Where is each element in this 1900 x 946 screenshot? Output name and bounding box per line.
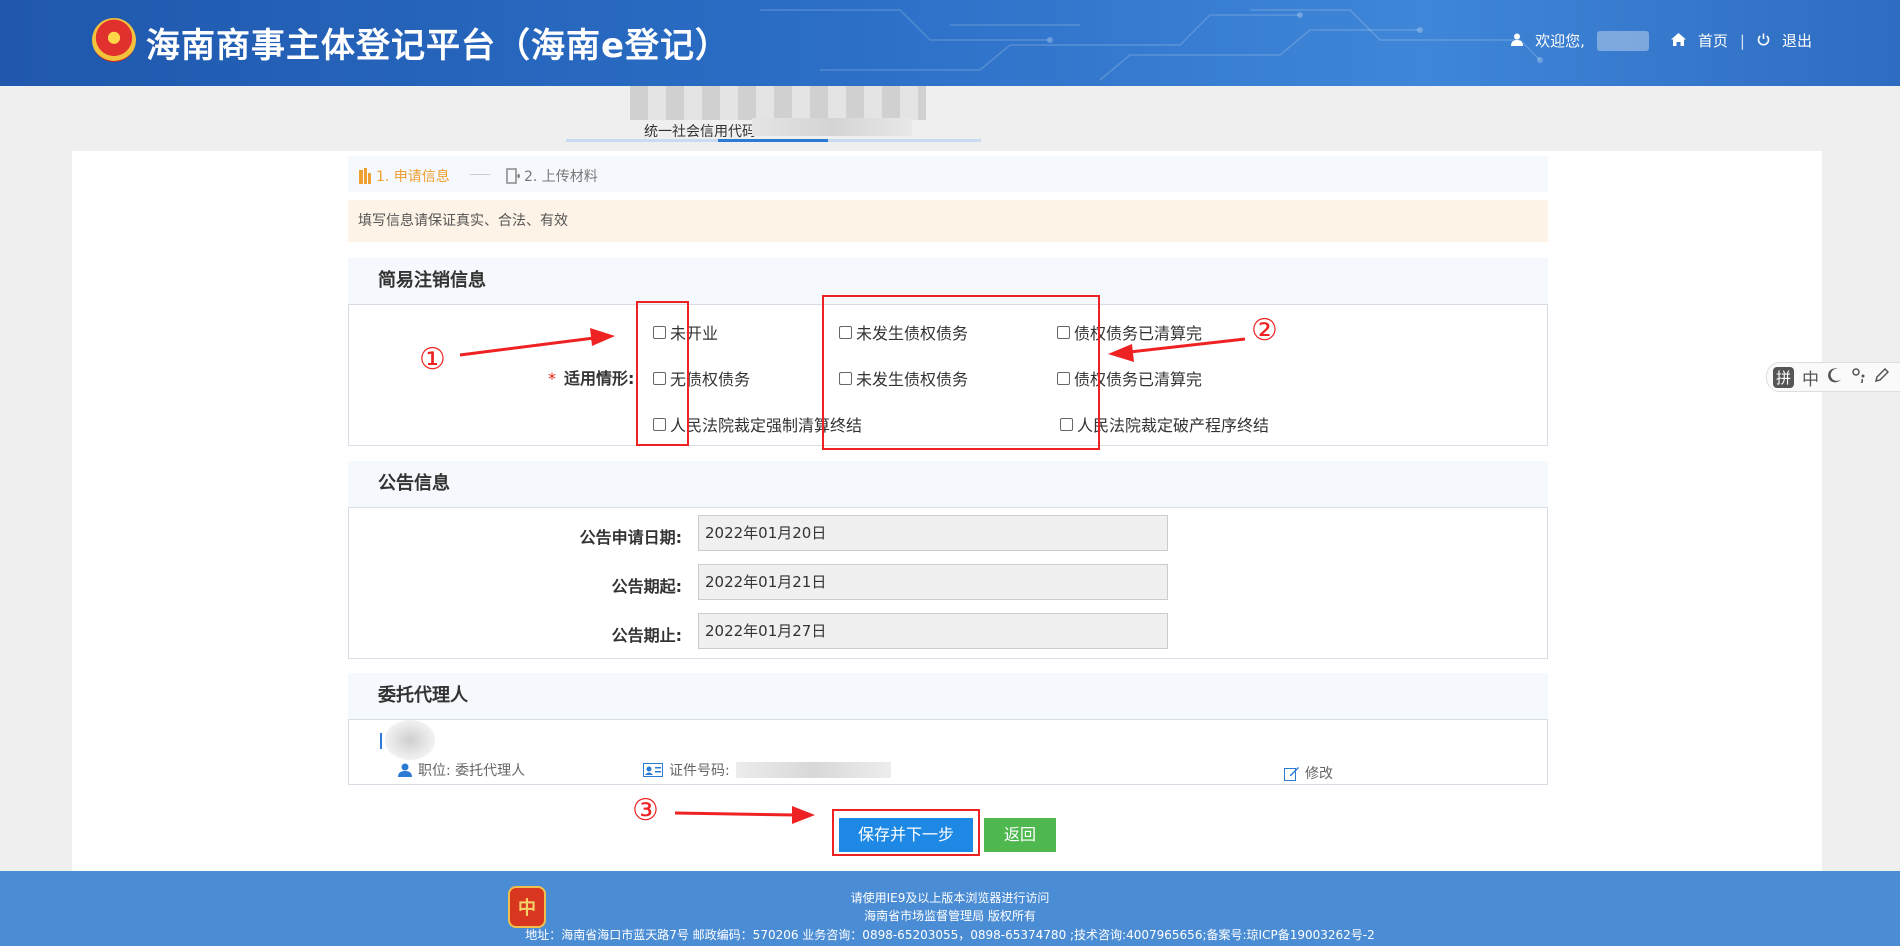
annotation-box-2 (822, 295, 1100, 450)
power-icon[interactable] (1757, 32, 1770, 50)
site-title: 海南商事主体登记平台（海南e登记） (146, 26, 731, 66)
period-end-field[interactable]: 2022年01月27日 (698, 613, 1168, 649)
edit-icon[interactable] (1284, 766, 1299, 781)
header-user-nav: 欢迎您, 首页 | 退出 (1511, 30, 1812, 51)
notice-bar: 填写信息请保证真实、合法、有效 (348, 200, 1548, 242)
person-icon (398, 763, 412, 777)
step-connector (470, 174, 490, 175)
company-underline-active (718, 139, 828, 142)
pinyin-icon[interactable]: 拼 (1773, 366, 1795, 388)
annotation-box-1 (636, 301, 689, 446)
step-bar: 1. 申请信息 2. 上传材料 (348, 156, 1548, 192)
punctuation-icon[interactable] (1851, 367, 1867, 388)
ime-toolbar[interactable]: 拼 中 (1766, 362, 1900, 392)
period-start-field[interactable]: 2022年01月21日 (698, 564, 1168, 600)
section-title-announcement: 公告信息 (348, 461, 1548, 507)
back-button[interactable]: 返回 (984, 818, 1056, 852)
period-end-label: 公告期止: (611, 626, 682, 645)
user-icon (1511, 32, 1524, 50)
section-title-agent: 委托代理人 (348, 673, 1548, 719)
footer-browser-tip: 请使用IE9及以上版本浏览器进行访问 (850, 891, 1050, 905)
footer: 中 请使用IE9及以上版本浏览器进行访问 海南省市场监督管理局 版权所有 地址：… (0, 871, 1900, 946)
annotation-number-1: ① (419, 342, 446, 377)
moon-icon[interactable] (1827, 367, 1843, 388)
home-link[interactable]: 首页 (1698, 30, 1728, 51)
credit-code-redacted (752, 118, 912, 136)
section-body-agent (348, 719, 1548, 785)
top-header: 海南商事主体登记平台（海南e登记） 欢迎您, 首页 | 退出 (0, 0, 1900, 86)
chinese-mode-toggle[interactable]: 中 (1802, 365, 1819, 390)
nav-separator: | (1739, 31, 1745, 50)
step-apply-info: 1. 申请信息 (358, 166, 450, 186)
agent-name-redacted (385, 720, 435, 760)
step-upload-material: 2. 上传材料 (506, 166, 598, 186)
annotation-number-3: ③ (632, 793, 659, 828)
agent-edit-link[interactable]: 修改 (1284, 763, 1333, 783)
agent-card-marker (380, 733, 382, 749)
username-redacted (1596, 30, 1649, 51)
annotation-number-2: ② (1251, 313, 1278, 348)
id-card-icon (643, 763, 663, 777)
footer-address: 地址：海南省海口市蓝天路7号 邮政编码：570206 业务咨询：0898-652… (525, 928, 1375, 942)
applicable-situation-label: * 适用情形: (548, 369, 635, 388)
footer-copyright: 海南省市场监督管理局 版权所有 (864, 909, 1036, 923)
id-number-redacted (735, 762, 891, 778)
company-name-redacted (630, 86, 926, 120)
apply-date-field[interactable]: 2022年01月20日 (698, 515, 1168, 551)
document-icon (506, 168, 522, 184)
national-emblem-logo (92, 18, 136, 62)
credit-code-label: 统一社会信用代码: (644, 124, 761, 140)
pen-icon[interactable] (1874, 367, 1890, 387)
agent-id-number: 证件号码: (643, 760, 891, 780)
welcome-text: 欢迎您, (1535, 32, 1585, 50)
annotation-box-3 (832, 809, 980, 856)
home-icon[interactable] (1670, 32, 1686, 50)
agent-position: 职位: 委托代理人 (398, 760, 525, 780)
logout-link[interactable]: 退出 (1782, 30, 1812, 51)
apply-date-label: 公告申请日期: (579, 528, 682, 547)
building-icon (359, 168, 371, 184)
period-start-label: 公告期起: (611, 577, 682, 596)
